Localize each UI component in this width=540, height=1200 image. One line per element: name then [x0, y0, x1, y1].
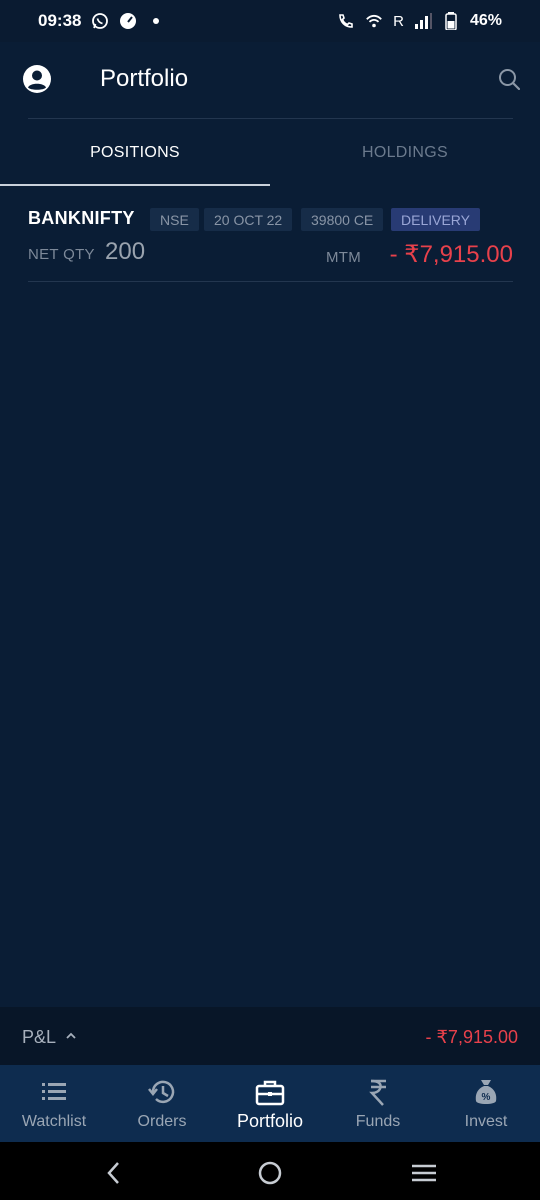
mtm-label: MTM: [326, 249, 362, 266]
net-qty-label: NET QTY: [28, 246, 95, 263]
battery-icon: [442, 12, 460, 30]
list-icon: [38, 1077, 70, 1107]
chevron-up-icon[interactable]: [64, 1029, 78, 1043]
header-divider: [28, 118, 513, 119]
account-circle-icon[interactable]: [22, 64, 52, 94]
system-navigation-bar: [0, 1142, 540, 1200]
history-icon: [146, 1077, 178, 1107]
page-title: Portfolio: [100, 65, 189, 92]
position-symbol: BANKNIFTY: [28, 208, 135, 228]
position-row[interactable]: BANKNIFTY NSE 20 OCT 22 39800 CE DELIVER…: [28, 202, 513, 282]
mtm-value: - ₹7,915.00: [389, 241, 513, 268]
pnl-summary-bar[interactable]: P&L - ₹7,915.00: [0, 1007, 540, 1065]
signal-icon: [414, 12, 432, 30]
nav-item-orders[interactable]: Orders: [108, 1065, 216, 1142]
app-header: Portfolio: [0, 42, 540, 118]
rupee-icon: [362, 1077, 394, 1107]
wifi-calling-icon: [337, 12, 355, 30]
notification-dot-icon: [147, 12, 165, 30]
bottom-navigation: Watchlist Orders Portfolio Funds % Inves…: [0, 1065, 540, 1142]
status-left: 09:38: [38, 11, 165, 31]
whatsapp-icon: [91, 12, 109, 30]
nav-item-funds[interactable]: Funds: [324, 1065, 432, 1142]
briefcase-icon: [254, 1077, 286, 1107]
status-right: R 46%: [337, 12, 502, 30]
exchange-chip: NSE: [150, 208, 199, 231]
search-icon[interactable]: [498, 68, 521, 91]
nav-label-orders: Orders: [137, 1113, 187, 1130]
pnl-label: P&L: [22, 1027, 57, 1047]
recent-apps-icon[interactable]: [410, 1159, 438, 1187]
pnl-value: - ₹7,915.00: [425, 1027, 518, 1047]
tab-positions[interactable]: POSITIONS: [0, 120, 270, 186]
battery-percent: 46%: [469, 12, 502, 29]
status-bar: 09:38 R 46%: [0, 0, 540, 42]
nav-label-portfolio: Portfolio: [236, 1111, 304, 1131]
nav-label-invest: Invest: [464, 1113, 508, 1130]
expiry-chip: 20 OCT 22: [204, 208, 293, 231]
nav-label-funds: Funds: [355, 1113, 401, 1130]
back-icon[interactable]: [100, 1159, 128, 1187]
money-bag-icon: %: [470, 1077, 502, 1107]
portfolio-tabs: POSITIONS HOLDINGS: [0, 120, 540, 186]
wifi-icon: [365, 12, 383, 30]
svg-text:%: %: [482, 1092, 491, 1103]
nav-item-watchlist[interactable]: Watchlist: [0, 1065, 108, 1142]
active-tab-indicator: [0, 184, 270, 186]
product-chip: DELIVERY: [391, 208, 480, 231]
nav-item-portfolio[interactable]: Portfolio: [216, 1065, 324, 1142]
nav-label-watchlist: Watchlist: [21, 1113, 87, 1130]
nav-item-invest[interactable]: % Invest: [432, 1065, 540, 1142]
network-indicator: R: [393, 12, 404, 30]
status-time: 09:38: [38, 11, 82, 30]
strike-chip: 39800 CE: [301, 208, 384, 231]
home-circle-icon[interactable]: [256, 1159, 284, 1187]
net-qty-value: 200: [105, 238, 146, 265]
speedometer-icon: [119, 12, 137, 30]
tab-holdings[interactable]: HOLDINGS: [270, 120, 540, 186]
